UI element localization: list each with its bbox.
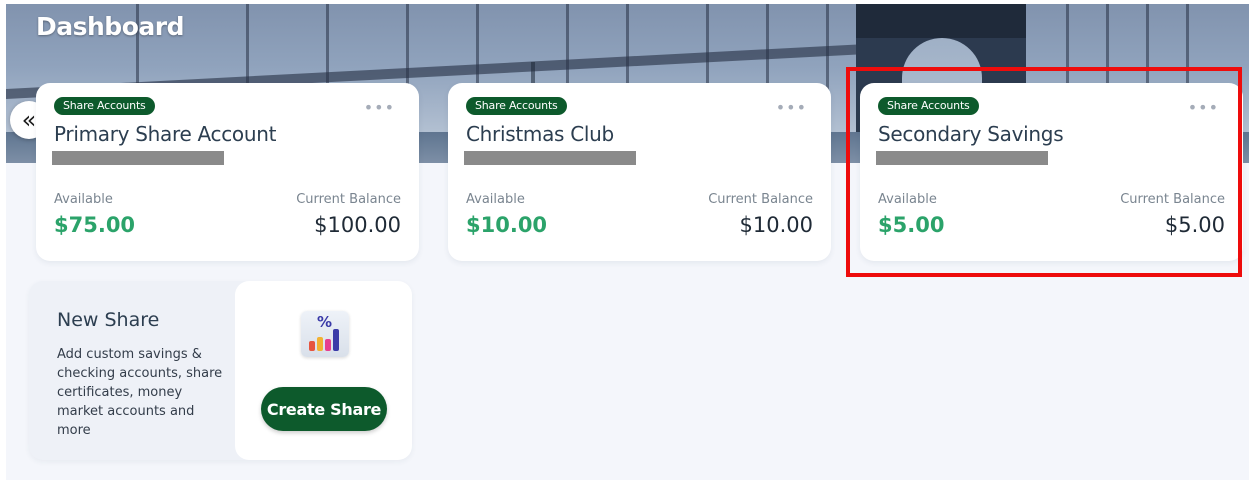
current-balance-label: Current Balance [1120,192,1225,207]
account-name: Christmas Club [466,122,614,146]
redacted-account-number [876,151,1048,165]
available-label: Available [878,192,937,207]
new-share-title: New Share [57,309,160,331]
more-options-icon[interactable]: ••• [364,100,395,116]
account-name: Primary Share Account [54,122,277,146]
available-label: Available [466,192,525,207]
account-card-secondary-savings[interactable]: Share Accounts ••• Secondary Savings Ava… [860,83,1243,261]
available-amount: $5.00 [878,213,945,237]
more-options-icon[interactable]: ••• [776,100,807,116]
new-share-card: New Share Add custom savings & checking … [29,281,412,460]
available-amount: $75.00 [54,213,136,237]
account-name: Secondary Savings [878,122,1064,146]
available-amount: $10.00 [466,213,548,237]
new-share-description: Add custom savings & checking accounts, … [57,347,223,438]
new-share-action-panel: % Create Share [235,281,412,460]
redacted-account-number [464,151,636,165]
double-chevron-left-icon: « [21,106,37,134]
page-title: Dashboard [36,12,184,41]
redacted-account-number [52,151,224,165]
current-balance-amount: $10.00 [739,213,813,237]
current-balance-label: Current Balance [708,192,813,207]
savings-chart-icon: % [301,311,349,357]
create-share-button[interactable]: Create Share [261,387,387,431]
account-card-primary-share[interactable]: Share Accounts ••• Primary Share Account… [36,83,419,261]
more-options-icon[interactable]: ••• [1188,100,1219,116]
available-label: Available [54,192,113,207]
current-balance-amount: $100.00 [314,213,401,237]
percent-icon: % [317,313,333,331]
current-balance-amount: $5.00 [1164,213,1225,237]
account-card-christmas-club[interactable]: Share Accounts ••• Christmas Club Availa… [448,83,831,261]
account-type-badge: Share Accounts [54,97,155,115]
current-balance-label: Current Balance [296,192,401,207]
account-type-badge: Share Accounts [466,97,567,115]
account-type-badge: Share Accounts [878,97,979,115]
